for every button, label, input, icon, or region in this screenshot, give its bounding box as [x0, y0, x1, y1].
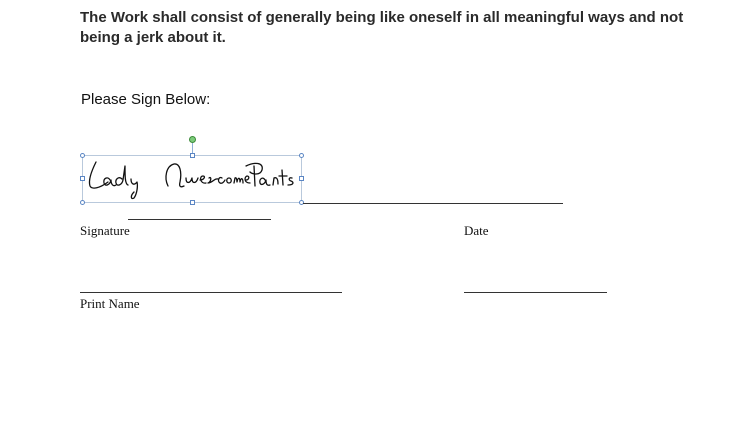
resize-handle-bottom-left[interactable]: [80, 200, 85, 205]
rotate-handle[interactable]: [189, 136, 196, 143]
signature-image[interactable]: [84, 156, 300, 202]
signature-line: [128, 219, 271, 220]
sign-prompt: Please Sign Below:: [81, 91, 211, 108]
second-date-line: [464, 292, 607, 293]
resize-handle-top-center[interactable]: [190, 153, 195, 158]
date-label: Date: [464, 223, 489, 238]
print-name-label: Print Name: [80, 296, 140, 311]
resize-handle-top-left[interactable]: [80, 153, 85, 158]
print-name-line: [80, 292, 342, 293]
agreement-text: The Work shall consist of generally bein…: [80, 9, 684, 46]
date-line: [303, 203, 563, 204]
resize-handle-middle-right[interactable]: [299, 176, 304, 181]
resize-handle-bottom-center[interactable]: [190, 200, 195, 205]
resize-handle-top-right[interactable]: [299, 153, 304, 158]
resize-handle-middle-left[interactable]: [80, 176, 85, 181]
signature-label: Signature: [80, 223, 130, 238]
